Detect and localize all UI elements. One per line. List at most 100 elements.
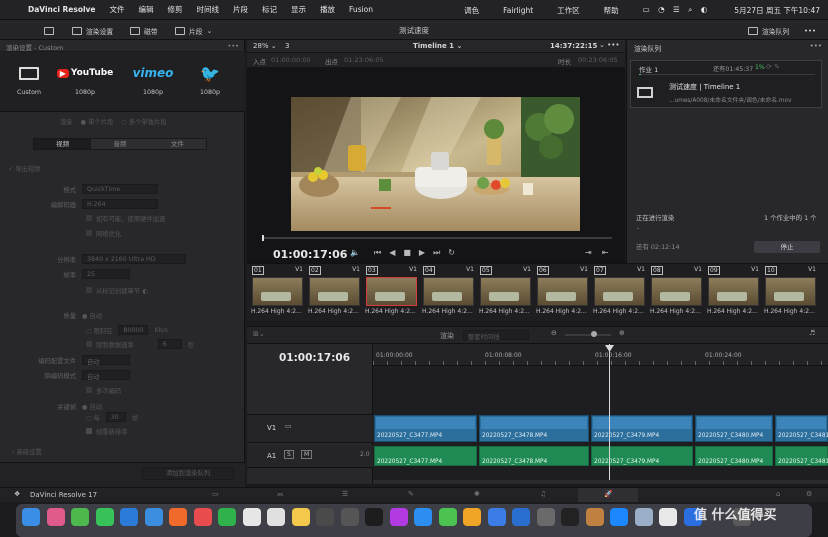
video-clip[interactable]: 20220527_C3480.MP4 bbox=[695, 415, 773, 442]
keyframe-input[interactable]: 30 bbox=[105, 412, 126, 422]
scrubber-bar[interactable] bbox=[262, 237, 612, 239]
audio-meter-icon[interactable]: ♬ bbox=[809, 329, 815, 337]
skip-start-icon[interactable]: ⏮ bbox=[374, 248, 389, 257]
clip-thumbnail[interactable]: 10 V1 H.264 High 4:2... bbox=[763, 264, 818, 319]
monitor-toggle-icon[interactable]: ▭ bbox=[285, 422, 292, 430]
tab-video[interactable]: 视频 bbox=[34, 139, 92, 149]
menu-item-clip[interactable]: 片段 bbox=[233, 4, 248, 15]
export-video-checkbox[interactable]: ✓ 导出视频 bbox=[8, 164, 40, 173]
audio-clip[interactable]: 20220527_C3477.MP4 bbox=[374, 446, 477, 466]
network-opt-checkbox[interactable]: 网络优化 bbox=[86, 229, 121, 238]
zoom-slider-handle[interactable] bbox=[591, 331, 597, 337]
zoom-out-icon[interactable]: ⊖ bbox=[551, 329, 557, 337]
menu-item-view[interactable]: 显示 bbox=[291, 4, 306, 15]
video-clip[interactable]: 20220527_C3478.MP4 bbox=[479, 415, 589, 442]
settings-gear-icon[interactable]: ⚙ bbox=[806, 490, 812, 498]
cut-page-icon[interactable]: ⫘ bbox=[277, 490, 283, 499]
media-page-icon[interactable]: ▭ bbox=[212, 490, 219, 498]
volume-icon[interactable]: 🔈 bbox=[350, 248, 360, 257]
clip-thumbnail[interactable]: 02 V1 H.264 High 4:2... bbox=[307, 264, 362, 319]
track-a1-header[interactable]: A1 S M 2.0 bbox=[247, 445, 373, 468]
single-clip-radio[interactable]: ● 单个片段 bbox=[81, 117, 114, 126]
audio-clip[interactable]: 20220527_C3479.MP4 bbox=[591, 446, 693, 466]
skip-end-icon[interactable]: ⏭ bbox=[433, 248, 448, 257]
textedit-icon[interactable] bbox=[659, 508, 677, 526]
audio-clip[interactable]: 20220527_C3480.MP4 bbox=[695, 446, 773, 466]
launchpad-icon[interactable] bbox=[46, 508, 65, 526]
profile-select[interactable]: 自动 bbox=[82, 355, 130, 366]
notes-icon[interactable] bbox=[291, 508, 310, 526]
chapters-checkbox[interactable]: 从标记创建章节 ◐ bbox=[86, 286, 148, 295]
add-to-queue-button[interactable]: 添加到渲染队列 bbox=[142, 467, 234, 480]
settings-icon[interactable] bbox=[512, 508, 530, 526]
limit-radio[interactable]: ○ 限制在 bbox=[86, 326, 112, 335]
preset-vimeo[interactable]: vimeo 1080p bbox=[128, 62, 178, 96]
bitrate-input[interactable]: 80000 bbox=[118, 325, 149, 335]
fusion-page-icon[interactable]: ✎ bbox=[408, 490, 414, 498]
music-icon[interactable] bbox=[365, 508, 383, 526]
menu-item-timeline[interactable]: 时间线 bbox=[197, 4, 220, 15]
safari-icon[interactable] bbox=[71, 508, 89, 526]
app-icon[interactable] bbox=[536, 508, 555, 526]
advanced-settings-toggle[interactable]: › 高级设置 bbox=[12, 447, 42, 456]
terminal-icon[interactable] bbox=[561, 508, 579, 526]
podcasts-icon[interactable] bbox=[389, 508, 408, 526]
video-clip[interactable]: 20220527_C3479.MP4 bbox=[591, 415, 693, 442]
messages-icon[interactable] bbox=[95, 508, 114, 526]
preset-twitter[interactable]: 🐦 1080p bbox=[185, 62, 235, 97]
zoom-in-icon[interactable]: ⊕ bbox=[619, 329, 625, 337]
stop-render-button[interactable]: 停止 bbox=[754, 241, 820, 253]
home-icon[interactable]: ⌂ bbox=[776, 490, 780, 498]
clip-thumbnail[interactable]: 03 V1 H.264 High 4:2... bbox=[364, 264, 419, 319]
clip-thumbnail[interactable]: 06 V1 H.264 High 4:2... bbox=[535, 264, 590, 319]
more-options-icon[interactable]: ••• bbox=[804, 24, 816, 37]
preset-custom[interactable]: Custom bbox=[4, 62, 54, 96]
menu-item-trim[interactable]: 修剪 bbox=[168, 4, 183, 15]
render-queue-button[interactable]: 渲染队列 bbox=[748, 24, 789, 37]
video-clip[interactable]: 20220527_C3477.MP4 bbox=[374, 415, 477, 442]
play-reverse-icon[interactable]: ◀ bbox=[389, 248, 403, 257]
contacts-icon[interactable] bbox=[242, 508, 261, 526]
solo-button[interactable]: S bbox=[284, 450, 294, 459]
stop-icon[interactable]: ■ bbox=[403, 248, 419, 257]
limit-rate-checkbox[interactable]: 限制数据速率 bbox=[86, 340, 134, 349]
timeline-scrollbar[interactable] bbox=[373, 480, 828, 484]
clip-thumbnail[interactable]: 09 V1 H.264 High 4:2... bbox=[706, 264, 761, 319]
format-select[interactable]: QuickTime bbox=[82, 184, 158, 194]
zoom-select[interactable]: 28% ⌄ bbox=[253, 42, 277, 50]
track-v1-header[interactable]: V1 ▭ bbox=[247, 414, 373, 443]
playhead[interactable] bbox=[609, 344, 610, 484]
menubar-datetime[interactable]: 5月27日 周五 下午10:47 bbox=[734, 5, 820, 16]
quality-auto-radio[interactable]: ● 自动 bbox=[82, 311, 102, 320]
limit-seconds-input[interactable]: 6 bbox=[157, 339, 182, 349]
render-job-card[interactable]: 作业 1 还有01:45:37 1% ⟳ ✎ 测试速度 | Timeline 1… bbox=[630, 60, 822, 108]
numbers-icon[interactable] bbox=[438, 508, 457, 526]
in-timecode[interactable]: 01:00:00:00 bbox=[271, 56, 311, 64]
menu-item-edit[interactable]: 编辑 bbox=[139, 4, 154, 15]
facetime-icon[interactable] bbox=[193, 508, 212, 526]
render-range-select[interactable]: 整套时间线 bbox=[463, 330, 529, 341]
deliver-page-icon[interactable]: 🚀 bbox=[604, 490, 613, 498]
resolve-icon[interactable] bbox=[316, 508, 334, 526]
menu-item-color[interactable]: 调色 bbox=[464, 5, 479, 16]
timeline-ruler[interactable]: 01:00:00:00 01:00:08:00 01:00:16:00 01:0… bbox=[373, 344, 828, 366]
menu-item-fairlight[interactable]: Fairlight bbox=[503, 6, 533, 15]
status-icons[interactable]: ▭ ◔ ☰ ⌕ ◐ bbox=[643, 5, 711, 15]
job-status-icons[interactable]: ⟳ ✎ bbox=[766, 63, 780, 71]
framerate-select[interactable]: 25 bbox=[82, 269, 130, 279]
audio-clip[interactable]: 20220527_C3481.MP4 bbox=[775, 446, 828, 466]
menu-item-fusion[interactable]: Fusion bbox=[349, 5, 373, 14]
clip-thumbnail[interactable]: 08 V1 H.264 High 4:2... bbox=[649, 264, 704, 319]
hw-accel-checkbox[interactable]: 如有可能，使用硬件加速 bbox=[86, 214, 165, 223]
zoom-slider[interactable] bbox=[565, 334, 611, 336]
viewer-options-icon[interactable]: ⌄ ••• bbox=[599, 41, 619, 49]
timeline-name[interactable]: Timeline 1 ⌄ bbox=[413, 42, 462, 50]
multi-clip-radio[interactable]: ○ 多个单独片段 bbox=[121, 117, 166, 126]
scrubber-handle[interactable] bbox=[262, 235, 264, 241]
loop-icon[interactable]: ↻ bbox=[448, 248, 463, 257]
photos-icon[interactable] bbox=[169, 508, 187, 526]
fairlight-page-icon[interactable]: ♫ bbox=[540, 490, 546, 498]
preview-icon[interactable] bbox=[610, 508, 628, 526]
menu-item-playback[interactable]: 播放 bbox=[320, 4, 335, 15]
keyframe-every-radio[interactable]: ○ 每 bbox=[86, 413, 100, 422]
